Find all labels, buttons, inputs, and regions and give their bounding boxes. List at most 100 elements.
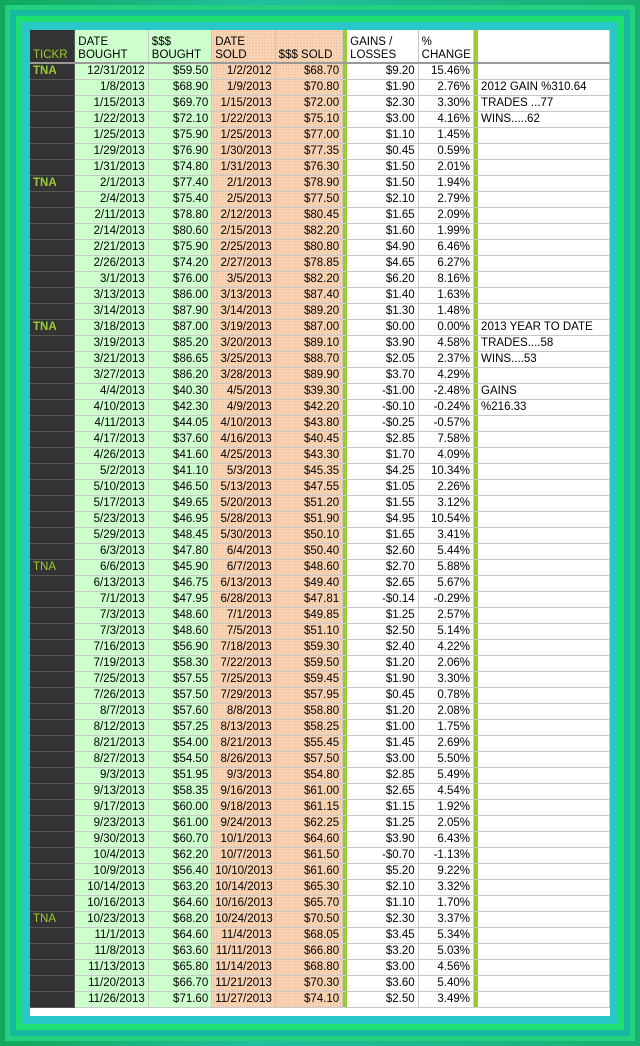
- header-date-sold: DATE SOLD: [211, 30, 276, 64]
- date-bought-cell: 8/21/2013: [74, 735, 149, 752]
- notes-cell: [478, 687, 610, 704]
- sold-cell: $51.10: [275, 623, 344, 640]
- table-row: 2/26/2013 $74.20 2/27/2013 $78.85 $4.65 6.27%: [30, 255, 610, 272]
- gains-cell: -$0.70: [347, 847, 419, 864]
- sold-cell: $57.50: [275, 751, 344, 768]
- table-row: 10/9/2013 $56.40 10/10/2013 $61.60 $5.20 9.22…: [30, 863, 610, 880]
- table-row: 9/17/2013 $60.00 9/18/2013 $61.15 $1.15 1.92%: [30, 799, 610, 816]
- bought-cell: $87.90: [148, 303, 213, 320]
- bought-cell: $58.35: [148, 783, 213, 800]
- date-sold-cell: 2/25/2013: [211, 239, 276, 256]
- ticker-cell: [30, 287, 76, 304]
- date-bought-cell: 9/30/2013: [74, 831, 149, 848]
- bought-cell: $65.80: [148, 959, 213, 976]
- ticker-cell: [30, 623, 76, 640]
- notes-cell: [478, 63, 610, 80]
- trades-spreadsheet: TICKR DATE BOUGHT $$$ BOUGHT DATE SOLD $…: [30, 30, 610, 1016]
- change-cell: -0.57%: [418, 415, 475, 432]
- date-sold-cell: 3/28/2013: [211, 367, 276, 384]
- notes-cell: [478, 159, 610, 176]
- gains-cell: -$0.10: [347, 399, 419, 416]
- bought-cell: $57.50: [148, 687, 213, 704]
- ticker-cell: [30, 255, 76, 272]
- ticker-cell: [30, 223, 76, 240]
- date-bought-cell: 5/17/2013: [74, 495, 149, 512]
- table-row: 3/14/2013 $87.90 3/14/2013 $89.20 $1.30 1.48%: [30, 303, 610, 320]
- ticker-cell: [30, 143, 76, 160]
- table-row: 3/19/2013 $85.20 3/20/2013 $89.10 $3.90 4.58%…: [30, 335, 610, 352]
- date-sold-cell: 2/5/2013: [211, 191, 276, 208]
- change-cell: 3.49%: [418, 991, 475, 1008]
- sold-cell: $43.30: [275, 447, 344, 464]
- date-sold-cell: 8/8/2013: [211, 703, 276, 720]
- bought-cell: $86.20: [148, 367, 213, 384]
- change-cell: 5.50%: [418, 751, 475, 768]
- notes-cell: [478, 495, 610, 512]
- notes-cell: [478, 607, 610, 624]
- date-sold-cell: 5/30/2013: [211, 527, 276, 544]
- notes-cell: WINS....53: [478, 351, 610, 368]
- notes-cell: [478, 415, 610, 432]
- table-row: 8/21/2013 $54.00 8/21/2013 $55.45 $1.45 2.69%: [30, 735, 610, 752]
- sold-cell: $75.10: [275, 111, 344, 128]
- bought-cell: $68.90: [148, 79, 213, 96]
- ticker-cell: [30, 335, 76, 352]
- ticker-cell: [30, 159, 76, 176]
- gains-cell: $3.00: [347, 959, 419, 976]
- gains-cell: $0.45: [347, 143, 419, 160]
- sold-cell: $89.90: [275, 367, 344, 384]
- change-cell: 9.22%: [418, 863, 475, 880]
- date-sold-cell: 3/25/2013: [211, 351, 276, 368]
- table-row: 2/4/2013 $75.40 2/5/2013 $77.50 $2.10 2.79%: [30, 191, 610, 208]
- change-cell: 0.00%: [418, 319, 475, 336]
- table-row: 4/10/2013 $42.30 4/9/2013 $42.20 -$0.10 -0.24…: [30, 399, 610, 416]
- header-change: % CHANGE: [418, 30, 475, 64]
- bought-cell: $44.05: [148, 415, 213, 432]
- sold-cell: $68.70: [275, 63, 344, 80]
- notes-cell: GAINS: [478, 383, 610, 400]
- ticker-cell: [30, 127, 76, 144]
- table-row: 3/1/2013 $76.00 3/5/2013 $82.20 $6.20 8.16%: [30, 271, 610, 288]
- table-row: 7/25/2013 $57.55 7/25/2013 $59.45 $1.90 3.30%: [30, 671, 610, 688]
- change-cell: 5.40%: [418, 975, 475, 992]
- notes-cell: [478, 543, 610, 560]
- date-sold-cell: 11/14/2013: [211, 959, 276, 976]
- date-bought-cell: 9/3/2013: [74, 767, 149, 784]
- notes-cell: [478, 783, 610, 800]
- gains-cell: $1.45: [347, 735, 419, 752]
- date-sold-cell: 4/25/2013: [211, 447, 276, 464]
- gains-cell: $3.00: [347, 111, 419, 128]
- change-cell: 3.12%: [418, 495, 475, 512]
- date-bought-cell: 3/21/2013: [74, 351, 149, 368]
- date-sold-cell: 7/25/2013: [211, 671, 276, 688]
- change-cell: 4.58%: [418, 335, 475, 352]
- date-bought-cell: 10/16/2013: [74, 895, 149, 912]
- table-row: 11/26/2013 $71.60 11/27/2013 $74.10 $2.50 3.4…: [30, 991, 610, 1008]
- notes-cell: [478, 127, 610, 144]
- gains-cell: $0.45: [347, 687, 419, 704]
- change-cell: 5.34%: [418, 927, 475, 944]
- change-cell: 2.05%: [418, 815, 475, 832]
- gains-cell: -$1.00: [347, 383, 419, 400]
- table-row: 7/19/2013 $58.30 7/22/2013 $59.50 $1.20 2.06%: [30, 655, 610, 672]
- date-sold-cell: 4/9/2013: [211, 399, 276, 416]
- change-cell: 0.59%: [418, 143, 475, 160]
- table-row: 7/3/2013 $48.60 7/5/2013 $51.10 $2.50 5.14%: [30, 623, 610, 640]
- date-sold-cell: 8/26/2013: [211, 751, 276, 768]
- header-date-bought: DATE BOUGHT: [74, 30, 149, 64]
- gains-cell: -$0.14: [347, 591, 419, 608]
- gains-cell: $1.00: [347, 719, 419, 736]
- date-sold-cell: 2/27/2013: [211, 255, 276, 272]
- sold-cell: $57.95: [275, 687, 344, 704]
- date-bought-cell: 2/26/2013: [74, 255, 149, 272]
- sold-cell: $64.60: [275, 831, 344, 848]
- date-bought-cell: 3/1/2013: [74, 271, 149, 288]
- table-row: 6/13/2013 $46.75 6/13/2013 $49.40 $2.65 5.67%: [30, 575, 610, 592]
- sold-cell: $45.35: [275, 463, 344, 480]
- date-bought-cell: 7/26/2013: [74, 687, 149, 704]
- notes-cell: [478, 559, 610, 576]
- gains-cell: $0.00: [347, 319, 419, 336]
- date-bought-cell: 10/4/2013: [74, 847, 149, 864]
- change-cell: 6.43%: [418, 831, 475, 848]
- table-row: 10/4/2013 $62.20 10/7/2013 $61.50 -$0.70 -1.1…: [30, 847, 610, 864]
